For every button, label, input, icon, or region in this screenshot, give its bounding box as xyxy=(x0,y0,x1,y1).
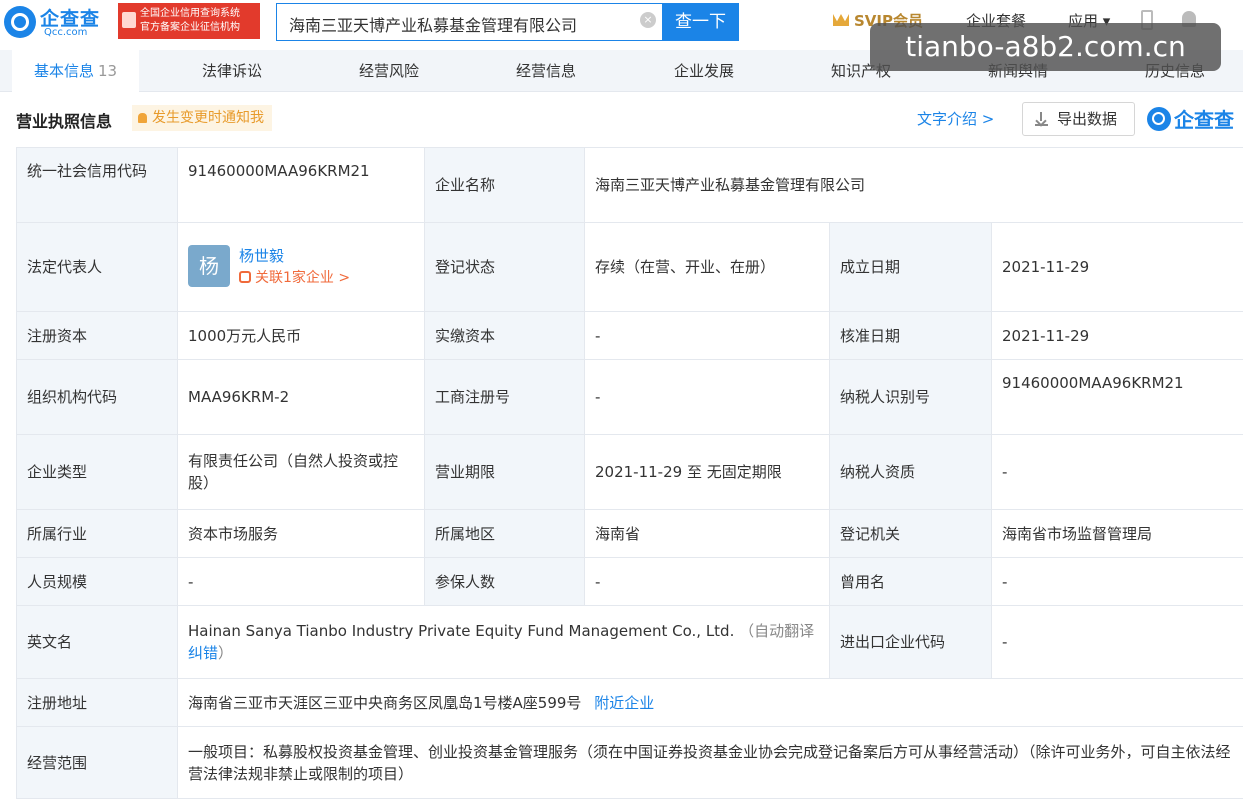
field-label: 实缴资本 xyxy=(424,311,585,360)
english-name-cell: Hainan Sanya Tianbo Industry Private Equ… xyxy=(177,605,830,679)
nearby-companies-link[interactable]: 附近企业 xyxy=(594,694,654,712)
tab-count: 13 xyxy=(98,62,118,80)
field-label: 英文名 xyxy=(16,605,178,679)
avatar: 杨 xyxy=(188,245,230,287)
tab-legal[interactable]: 法律诉讼 xyxy=(202,50,262,92)
tab-development[interactable]: 企业发展 xyxy=(674,50,734,92)
table-row: 经营范围 一般项目：私募股权投资基金管理、创业投资基金管理服务（须在中国证券投资… xyxy=(16,726,1243,799)
link-icon xyxy=(239,271,251,283)
field-label: 进出口企业代码 xyxy=(829,605,992,679)
field-label: 经营范围 xyxy=(16,726,178,799)
field-value: 91460000MAA96KRM21 xyxy=(177,147,425,223)
field-label: 参保人数 xyxy=(424,557,585,606)
field-label: 组织机构代码 xyxy=(16,359,178,435)
field-value: 海南省市场监督管理局 xyxy=(990,509,1243,558)
field-label: 登记状态 xyxy=(424,222,585,312)
field-value: 一般项目：私募股权投资基金管理、创业投资基金管理服务（须在中国证券投资基金业协会… xyxy=(176,726,1243,799)
field-value: - xyxy=(990,557,1243,606)
field-value: Hainan Sanya Tianbo Industry Private Equ… xyxy=(188,622,735,640)
field-value: 海南省 xyxy=(584,509,830,558)
export-data-button[interactable]: 导出数据 xyxy=(1022,102,1135,136)
watermark: tianbo-a8b2.com.cn xyxy=(870,23,1221,71)
field-value: 存续（在营、开业、在册） xyxy=(584,222,830,312)
table-row: 统一社会信用代码 91460000MAA96KRM21 企业名称 海南三亚天博产… xyxy=(16,147,1243,223)
field-value: - xyxy=(584,359,830,435)
field-value: 海南三亚天博产业私募基金管理有限公司 xyxy=(583,147,1243,223)
search-input[interactable]: 海南三亚天博产业私募基金管理有限公司 xyxy=(276,3,663,41)
download-icon xyxy=(1035,112,1048,126)
field-label: 工商注册号 xyxy=(424,359,585,435)
field-value: - xyxy=(584,311,830,360)
field-value: 2021-11-29 xyxy=(990,311,1243,360)
field-value: 资本市场服务 xyxy=(177,509,425,558)
table-row: 英文名 Hainan Sanya Tianbo Industry Private… xyxy=(16,605,1243,679)
notify-change-button[interactable]: 发生变更时通知我 xyxy=(132,105,272,131)
field-label: 注册资本 xyxy=(16,311,178,360)
search-button[interactable]: 查一下 xyxy=(662,3,739,41)
tab-risk[interactable]: 经营风险 xyxy=(359,50,419,92)
table-row: 注册资本 1000万元人民币 实缴资本 - 核准日期 2021-11-29 xyxy=(16,311,1243,360)
field-label: 法定代表人 xyxy=(16,222,178,312)
brand-mark: 企查查 xyxy=(1147,104,1234,133)
official-badge: 全国企业信用查询系统 官方备案企业征信机构 xyxy=(118,3,260,39)
field-label: 统一社会信用代码 xyxy=(16,147,178,223)
field-label: 成立日期 xyxy=(829,222,992,312)
table-row: 所属行业 资本市场服务 所属地区 海南省 登记机关 海南省市场监督管理局 xyxy=(16,509,1243,558)
table-row: 注册地址 海南省三亚市天涯区三亚中央商务区凤凰岛1号楼A座599号 附近企业 xyxy=(16,678,1243,727)
field-label: 营业期限 xyxy=(424,434,585,510)
field-value: - xyxy=(177,557,425,606)
table-row: 企业类型 有限责任公司（自然人投资或控股） 营业期限 2021-11-29 至 … xyxy=(16,434,1243,510)
logo-icon xyxy=(4,6,36,38)
field-value: - xyxy=(990,605,1243,679)
field-label: 纳税人资质 xyxy=(829,434,992,510)
auto-translate-note: （自动翻译 xyxy=(739,622,815,640)
field-value: 海南省三亚市天涯区三亚中央商务区凤凰岛1号楼A座599号 xyxy=(188,693,582,712)
table-row: 组织机构代码 MAA96KRM-2 工商注册号 - 纳税人识别号 9146000… xyxy=(16,359,1243,435)
field-value: 2021-11-29 至 无固定期限 xyxy=(584,434,830,510)
field-value: 1000万元人民币 xyxy=(177,311,425,360)
address-cell: 海南省三亚市天涯区三亚中央商务区凤凰岛1号楼A座599号 附近企业 xyxy=(176,678,1243,727)
legal-rep-cell: 杨 杨世毅 关联1家企业 > xyxy=(177,222,425,312)
field-value: - xyxy=(990,434,1243,510)
correct-error-link[interactable]: 纠错 xyxy=(188,644,218,662)
table-row: 人员规模 - 参保人数 - 曾用名 - xyxy=(16,557,1243,606)
section-title: 营业执照信息 xyxy=(16,112,113,131)
field-label: 企业类型 xyxy=(16,434,178,510)
field-label: 所属地区 xyxy=(424,509,585,558)
field-label: 曾用名 xyxy=(829,557,992,606)
field-label: 核准日期 xyxy=(829,311,992,360)
logo-icon xyxy=(1147,107,1171,131)
field-label: 企业名称 xyxy=(424,147,585,223)
field-label: 注册地址 xyxy=(16,678,178,727)
business-license-table: 统一社会信用代码 91460000MAA96KRM21 企业名称 海南三亚天博产… xyxy=(16,147,1243,799)
field-value: 有限责任公司（自然人投资或控股） xyxy=(177,434,425,510)
tab-basic-info[interactable]: 基本信息 13 xyxy=(12,50,140,92)
field-label: 登记机关 xyxy=(829,509,992,558)
field-value: 91460000MAA96KRM21 xyxy=(990,359,1243,435)
table-row: 法定代表人 杨 杨世毅 关联1家企业 > 登记状态 存续（在营、开业、在册） 成… xyxy=(16,222,1243,312)
field-label: 纳税人识别号 xyxy=(829,359,992,435)
field-value: 2021-11-29 xyxy=(990,222,1243,312)
clear-icon[interactable]: × xyxy=(640,12,656,28)
field-value: MAA96KRM-2 xyxy=(177,359,425,435)
field-label: 人员规模 xyxy=(16,557,178,606)
logo-domain: Qcc.com xyxy=(44,27,88,38)
bell-small-icon xyxy=(138,113,147,123)
tab-operation[interactable]: 经营信息 xyxy=(516,50,576,92)
text-intro-link[interactable]: 文字介绍 > xyxy=(917,108,994,129)
site-logo[interactable]: 企查查 Qcc.com xyxy=(4,4,116,40)
field-value: - xyxy=(584,557,830,606)
crown-icon xyxy=(833,14,849,26)
field-label: 所属行业 xyxy=(16,509,178,558)
